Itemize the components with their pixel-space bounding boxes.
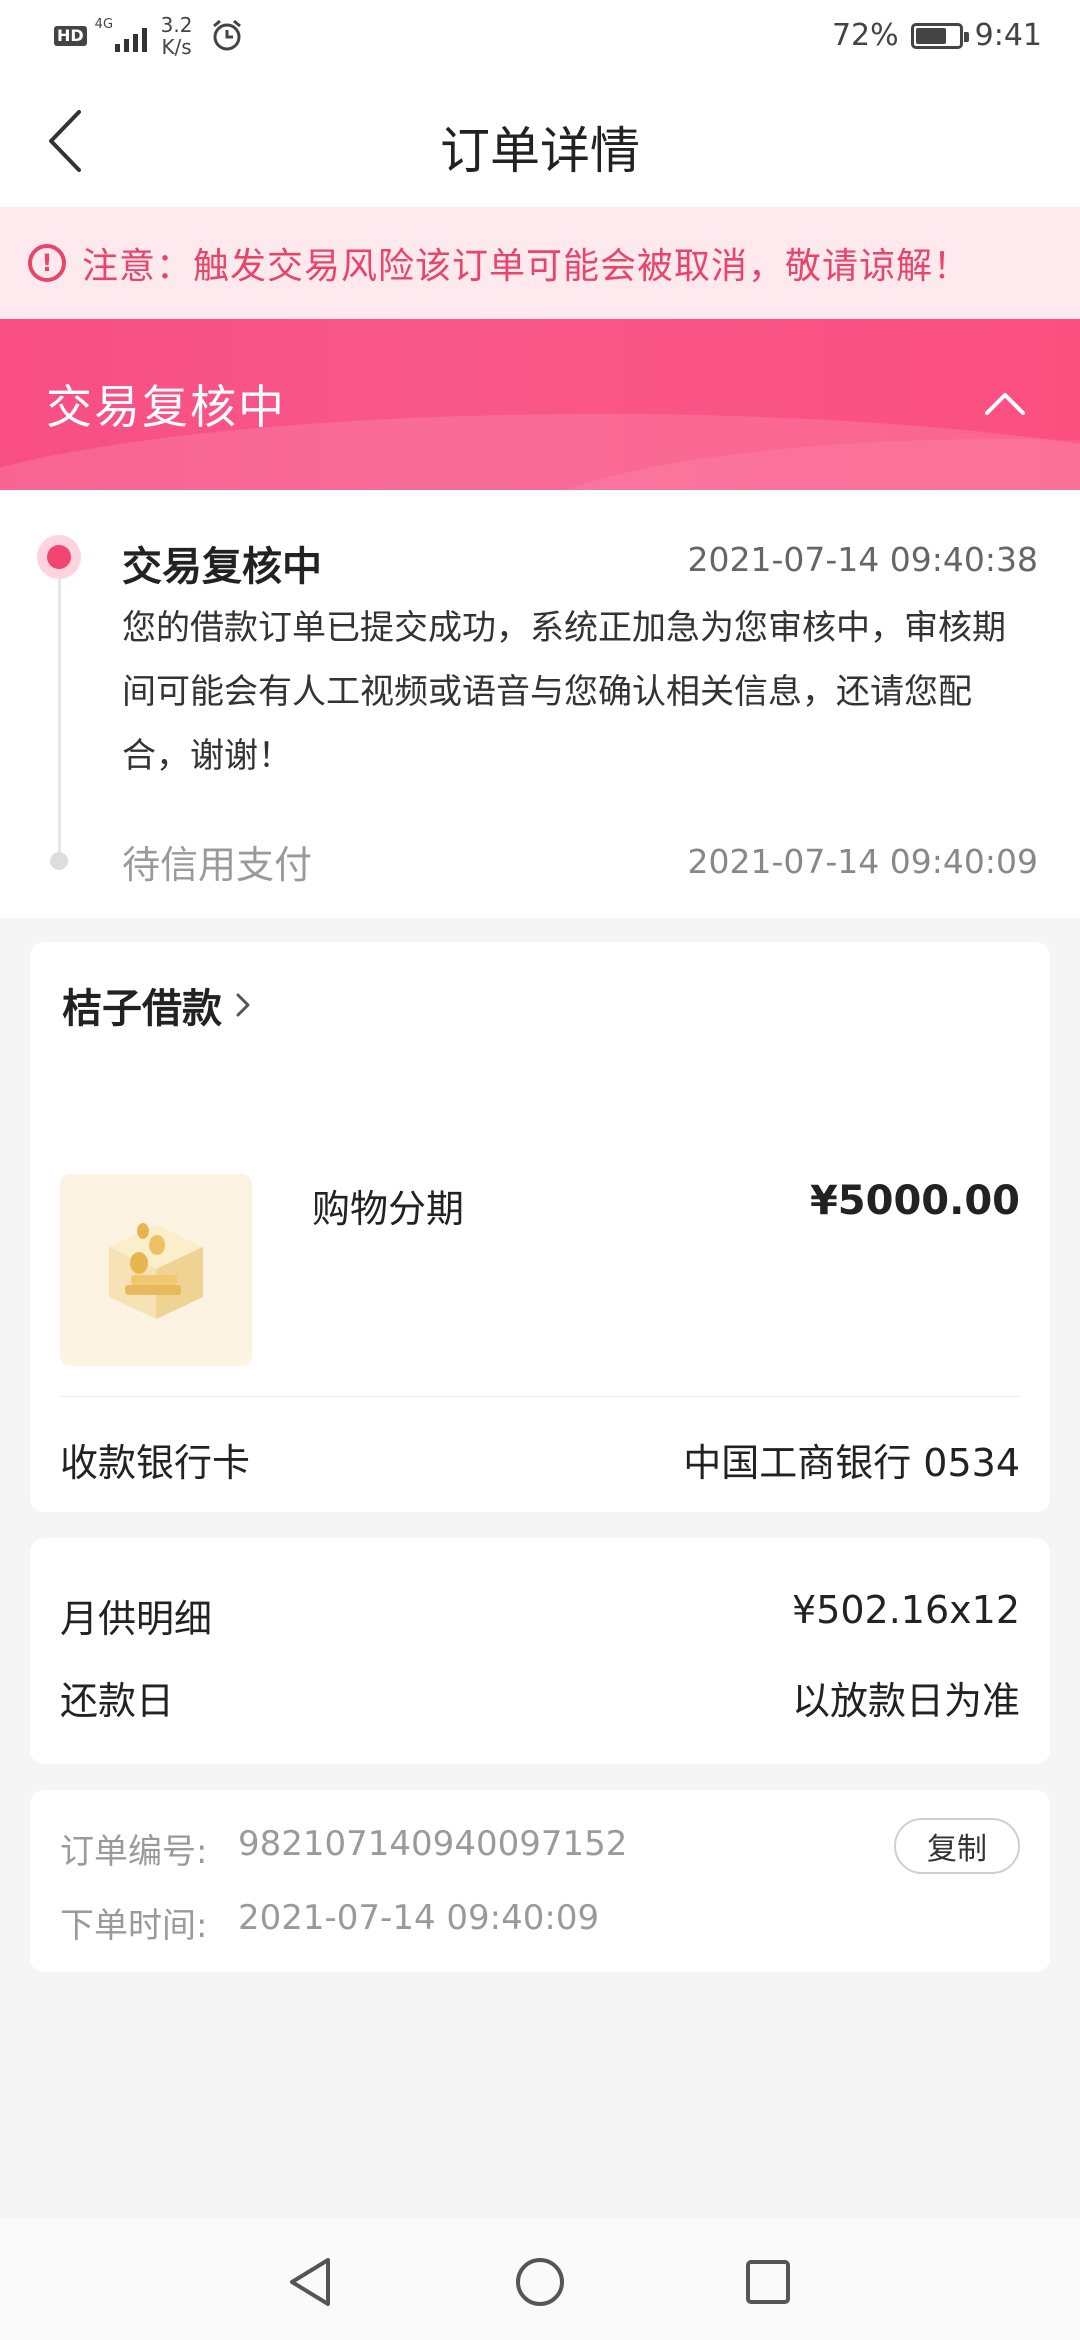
product-name: 购物分期 [312,1187,465,1231]
back-triangle-icon [290,2258,330,2306]
repayment-card: 月供明细 ¥502.16x12 还款日 以放款日为准 [30,1538,1050,1764]
repayment-day-value: 以放款日为准 [791,1679,1020,1723]
timeline-step-title: 待信用支付 [122,843,313,887]
network-speed-unit: K/s [161,35,192,59]
timeline-step-description: 您的借款订单已提交成功，系统正加急为您审核中，审核期间可能会有人工视频或语音与您… [122,608,1006,776]
network-speed-value: 3.2 [160,13,193,37]
order-number-label: 订单编号: [60,1832,208,1872]
bank-card-label: 收款银行卡 [60,1441,251,1485]
network-type: 4G [94,17,114,32]
monthly-payment-value: ¥502.16x12 [792,1588,1020,1632]
monthly-payment-label: 月供明细 [60,1597,213,1641]
status-left-group: HD 4G 3.2 K/s [54,14,244,58]
timeline-line [58,558,61,858]
exclamation-circle-icon: ! [28,244,66,282]
product-price: ¥5000.00 [809,1178,1020,1224]
nav-home-button[interactable] [510,2252,570,2312]
home-circle-icon [516,2258,564,2306]
alarm-clock-icon [213,19,242,51]
order-number-value: 982107140940097152 [238,1824,628,1864]
status-right-group: 72% 9:41 [832,18,1042,53]
collapse-button[interactable] [970,369,1040,439]
timeline-step-time: 2021-07-14 09:40:09 [687,842,1038,881]
page-title: 订单详情 [440,122,640,180]
hd-badge: HD [54,26,87,46]
repayment-day-label: 还款日 [60,1679,175,1723]
nav-back-button[interactable] [280,2252,340,2312]
merchant-link[interactable]: 桔子借款 [62,976,250,1034]
status-banner: 交易复核中 [0,319,1080,490]
system-nav-bar [0,2218,1080,2340]
order-info-card: 订单编号: 982107140940097152 复制 下单时间: 2021-0… [30,1790,1050,1972]
cell-signal-icon: 4G [95,18,151,54]
risk-notice-bar: ! 注意：触发交易风险该订单可能会被取消，敬请谅解！ [0,207,1080,319]
merchant-name: 桔子借款 [62,986,222,1032]
battery-percent: 72% [831,18,899,53]
chevron-up-icon [985,393,1025,415]
divider [60,1396,1020,1397]
recents-square-icon [746,2260,790,2304]
order-time-value: 2021-07-14 09:40:09 [238,1898,600,1938]
status-bar: HD 4G 3.2 K/s 72% 9:41 [0,0,1080,75]
product-image [60,1174,252,1366]
timeline-dot-active [37,535,81,579]
network-speed: 3.2 K/s [161,14,193,58]
app-header: 订单详情 [0,75,1080,207]
order-time-label: 下单时间: [60,1906,208,1946]
timeline-step-time: 2021-07-14 09:40:38 [687,540,1038,579]
order-card: 桔子借款 购物分期 ¥5000.00 收款银行卡 中国工商银行 0534 [30,942,1050,1512]
status-time: 9:41 [974,18,1042,53]
battery-fill [915,27,946,44]
banner-status-title: 交易复核中 [46,380,286,434]
bank-card-value: 中国工商银行 0534 [683,1441,1020,1485]
copy-button[interactable]: 复制 [894,1818,1020,1874]
notice-text: 注意：触发交易风险该订单可能会被取消，敬请谅解！ [82,246,971,287]
timeline-dot [50,852,68,870]
timeline-step-title: 交易复核中 [122,544,322,590]
battery-icon [910,22,969,49]
gold-coins-box-icon [109,1223,203,1319]
order-timeline: 交易复核中 2021-07-14 09:40:38 您的借款订单已提交成功，系统… [0,490,1080,918]
chevron-right-icon [236,993,250,1017]
nav-recents-button[interactable] [738,2252,798,2312]
